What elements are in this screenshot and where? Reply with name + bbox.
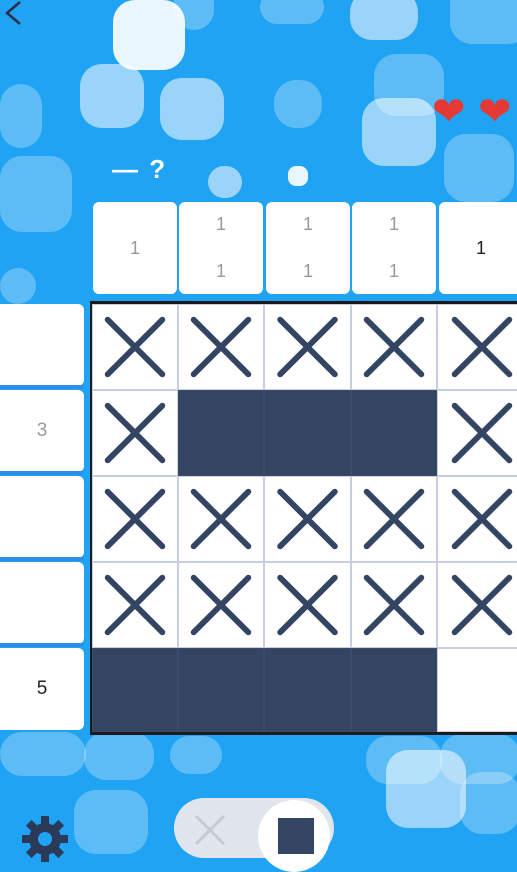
settings-button[interactable] — [20, 814, 70, 862]
cross-icon — [190, 574, 252, 636]
cross-icon — [363, 316, 425, 378]
chevron-left-icon — [5, 1, 21, 25]
filled-cell[interactable] — [178, 648, 264, 732]
cross-icon — [451, 316, 513, 378]
crossed-cell[interactable] — [351, 304, 437, 390]
cross-icon — [277, 488, 338, 550]
bg-bubble — [74, 790, 148, 854]
cross-icon — [104, 574, 166, 636]
crossed-cell[interactable] — [264, 304, 351, 390]
crossed-cell[interactable] — [178, 562, 264, 648]
bg-bubble — [160, 78, 224, 140]
puzzle-grid — [90, 301, 517, 735]
bg-bubble — [84, 732, 154, 780]
cross-icon — [104, 316, 166, 378]
bg-bubble — [444, 134, 514, 202]
column-clue-2: 11 — [179, 202, 263, 294]
crossed-cell[interactable] — [178, 304, 264, 390]
cross-icon — [277, 574, 338, 636]
empty-cell[interactable] — [437, 648, 517, 732]
column-clue-5: 1 — [439, 202, 517, 294]
crossed-cell[interactable] — [264, 562, 351, 648]
bg-bubble — [260, 0, 324, 24]
cross-icon — [104, 402, 166, 464]
filled-cell[interactable] — [264, 648, 351, 732]
crossed-cell[interactable] — [437, 304, 517, 390]
cross-icon — [194, 814, 226, 846]
column-clue-1: 1 — [93, 202, 177, 294]
crossed-cell[interactable] — [437, 390, 517, 476]
cross-icon — [451, 402, 513, 464]
row-clue-4 — [0, 562, 84, 647]
column-clue-4: 11 — [352, 202, 436, 294]
row-clue-underline — [0, 557, 84, 561]
cross-icon — [363, 488, 425, 550]
bg-bubble — [450, 0, 517, 44]
cross-icon — [451, 488, 513, 550]
life-heart-icon: ❤ — [432, 90, 466, 134]
cross-icon — [277, 316, 338, 378]
row-clue-3 — [0, 476, 84, 561]
crossed-cell[interactable] — [92, 304, 178, 390]
row-clue-2: 3 — [0, 390, 84, 475]
bg-bubble — [460, 772, 517, 834]
crossed-cell[interactable] — [437, 562, 517, 648]
row-clue-underline — [0, 471, 84, 475]
row-clue-underline — [0, 385, 84, 389]
back-button[interactable] — [2, 0, 32, 30]
gear-icon — [22, 816, 68, 862]
filled-cell[interactable] — [178, 390, 264, 476]
crossed-cell[interactable] — [92, 562, 178, 648]
bg-bubble — [362, 98, 436, 166]
filled-cell[interactable] — [351, 648, 437, 732]
bg-bubble — [350, 0, 418, 40]
cross-icon — [190, 488, 252, 550]
bg-bubble — [0, 732, 86, 776]
crossed-cell[interactable] — [92, 390, 178, 476]
cross-mode-button[interactable] — [190, 810, 230, 850]
hint-button[interactable]: — ? — [112, 154, 167, 185]
cross-icon — [104, 488, 166, 550]
filled-cell[interactable] — [92, 648, 178, 732]
crossed-cell[interactable] — [351, 476, 437, 562]
bg-bubble — [0, 84, 42, 148]
bg-bubble — [208, 166, 242, 198]
crossed-cell[interactable] — [92, 476, 178, 562]
bg-bubble — [170, 736, 222, 774]
filled-cell[interactable] — [264, 390, 351, 476]
bg-bubble — [0, 156, 72, 232]
row-clue-1 — [0, 304, 84, 389]
filled-square-icon — [278, 818, 314, 854]
bg-bubble — [288, 166, 308, 186]
cross-icon — [451, 574, 513, 636]
crossed-cell[interactable] — [437, 476, 517, 562]
life-heart-icon: ❤ — [478, 90, 512, 134]
crossed-cell[interactable] — [351, 562, 437, 648]
filled-cell[interactable] — [351, 390, 437, 476]
cross-icon — [190, 316, 252, 378]
row-clue-underline — [0, 643, 84, 647]
crossed-cell[interactable] — [178, 476, 264, 562]
crossed-cell[interactable] — [264, 476, 351, 562]
row-clue-5: 5 — [0, 648, 84, 730]
cross-icon — [363, 574, 425, 636]
bg-bubble — [0, 268, 36, 304]
bg-bubble — [80, 64, 144, 128]
column-clue-3: 11 — [266, 202, 350, 294]
bg-bubble — [274, 80, 322, 128]
